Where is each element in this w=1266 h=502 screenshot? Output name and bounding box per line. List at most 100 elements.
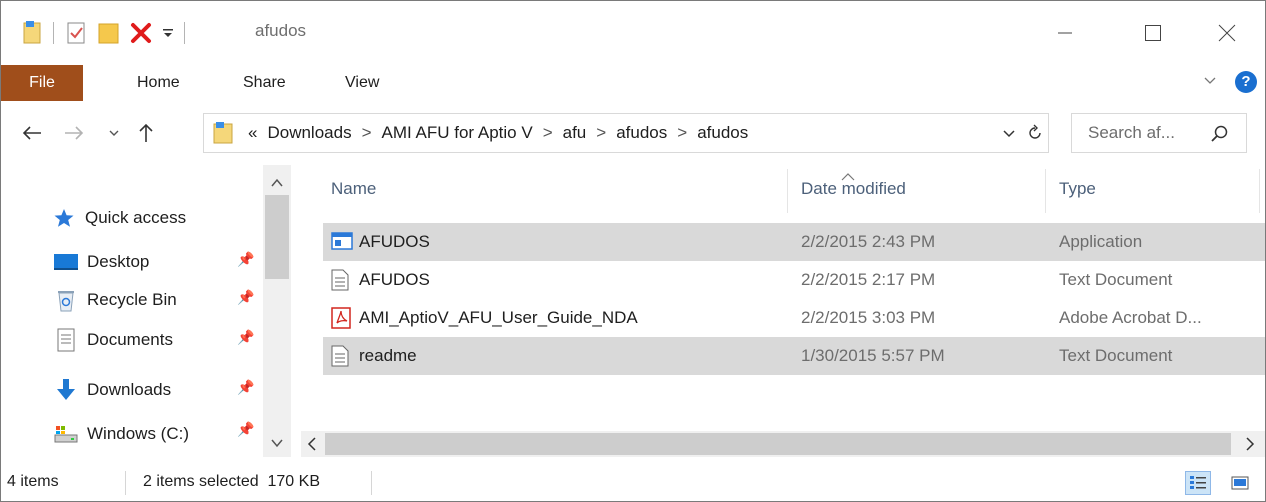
file-row[interactable]: AMI_AptioV_AFU_User_Guide_NDA 2/2/2015 3…	[323, 299, 1265, 337]
nav-item-label: Recycle Bin	[87, 290, 177, 309]
details-view-icon[interactable]	[1185, 471, 1211, 495]
selection-info: 2 items selected 170 KB	[143, 473, 320, 490]
navigation-pane: Quick access Desktop Recycle Bin Documen…	[1, 165, 291, 457]
scroll-right-icon[interactable]	[1245, 437, 1255, 456]
pin-icon[interactable]: 📌	[237, 289, 254, 306]
nav-item-label: Quick access	[85, 208, 187, 227]
refresh-icon[interactable]	[1026, 123, 1044, 148]
address-dropdown-icon[interactable]	[1002, 123, 1016, 148]
back-button[interactable]	[19, 119, 45, 147]
search-input[interactable]: Search af...	[1088, 114, 1175, 152]
minimize-button[interactable]	[1045, 15, 1085, 51]
scroll-up-icon[interactable]	[271, 175, 283, 193]
nav-item-recycle-bin[interactable]: Recycle Bin	[53, 285, 177, 315]
breadcrumb-separator[interactable]: >	[677, 123, 687, 142]
nav-item-desktop[interactable]: Desktop	[53, 247, 149, 277]
file-name: AFUDOS	[359, 232, 430, 251]
pdf-icon	[331, 307, 351, 334]
download-icon	[53, 378, 79, 402]
breadcrumb-separator[interactable]: >	[362, 123, 372, 142]
desktop-icon	[53, 250, 79, 274]
file-type: Application	[1059, 232, 1143, 251]
tab-home[interactable]: Home	[137, 65, 180, 101]
expand-ribbon-icon[interactable]	[1203, 73, 1217, 92]
text-file-icon	[331, 345, 349, 372]
scroll-down-icon[interactable]	[271, 435, 283, 453]
scroll-left-icon[interactable]	[307, 437, 317, 456]
breadcrumb-item[interactable]: Downloads	[267, 123, 351, 142]
file-row[interactable]: AFUDOS 2/2/2015 2:43 PM Application	[323, 223, 1265, 261]
column-header-type[interactable]: Type	[1059, 165, 1096, 213]
column-header-date[interactable]: Date modified	[801, 165, 906, 213]
scrollbar-thumb[interactable]	[265, 195, 289, 279]
properties-icon[interactable]	[23, 21, 43, 45]
file-name: AMI_AptioV_AFU_User_Guide_NDA	[359, 308, 638, 327]
breadcrumb-item[interactable]: AMI AFU for Aptio V	[382, 123, 533, 142]
pin-icon[interactable]: 📌	[237, 251, 254, 268]
address-bar[interactable]: « Downloads > AMI AFU for Aptio V > afu > afudo…	[203, 113, 1049, 153]
search-icon[interactable]	[1210, 124, 1230, 149]
nav-pane-scrollbar[interactable]	[263, 165, 291, 457]
pin-icon[interactable]: 📌	[237, 329, 254, 346]
forward-button[interactable]	[61, 119, 87, 147]
recycle-bin-icon	[53, 288, 79, 312]
breadcrumb-item[interactable]: afudos	[616, 123, 667, 142]
column-divider[interactable]	[1045, 169, 1046, 213]
new-folder-icon[interactable]	[66, 21, 88, 45]
nav-item-quick-access[interactable]: Quick access	[51, 203, 186, 233]
breadcrumb-item[interactable]: afu	[563, 123, 587, 142]
text-file-icon	[331, 269, 349, 296]
application-icon	[331, 231, 353, 256]
file-row[interactable]: readme 1/30/2015 5:57 PM Text Document	[323, 337, 1265, 375]
file-date: 1/30/2015 5:57 PM	[801, 346, 945, 365]
file-type: Adobe Acrobat D...	[1059, 308, 1202, 327]
file-list: Name Date modified Type AFUDOS 2/2/2015 …	[301, 165, 1265, 457]
status-divider	[125, 471, 126, 495]
scrollbar-thumb[interactable]	[325, 433, 1231, 455]
toolbar-separator	[53, 22, 54, 44]
title-bar: afudos	[1, 1, 1265, 65]
item-count: 4 items	[7, 473, 59, 490]
search-box[interactable]: Search af...	[1071, 113, 1247, 153]
pin-icon[interactable]: 📌	[237, 421, 254, 438]
breadcrumb-separator[interactable]: >	[543, 123, 553, 142]
file-row[interactable]: AFUDOS 2/2/2015 2:17 PM Text Document	[323, 261, 1265, 299]
nav-item-downloads[interactable]: Downloads	[53, 375, 171, 405]
breadcrumb-overflow[interactable]: «	[248, 123, 257, 142]
tab-share[interactable]: Share	[243, 65, 286, 101]
file-date: 2/2/2015 3:03 PM	[801, 308, 936, 327]
delete-icon[interactable]	[130, 22, 152, 44]
toolbar-separator	[184, 22, 185, 44]
column-header-name[interactable]: Name	[331, 165, 376, 213]
window-title: afudos	[255, 21, 307, 40]
nav-item-label: Windows (C:)	[87, 424, 190, 443]
documents-icon	[53, 328, 79, 352]
file-type: Text Document	[1059, 270, 1173, 289]
column-divider[interactable]	[1259, 169, 1260, 213]
star-icon	[51, 206, 77, 230]
close-button[interactable]	[1207, 15, 1247, 51]
breadcrumb-separator[interactable]: >	[596, 123, 606, 142]
nav-item-windows-c[interactable]: Windows (C:)	[53, 419, 189, 449]
recent-locations-button[interactable]	[101, 119, 127, 147]
breadcrumb: « Downloads > AMI AFU for Aptio V > afu > afudo…	[248, 114, 758, 152]
folder-icon[interactable]	[98, 21, 120, 45]
quick-access-toolbar	[23, 17, 197, 49]
customize-dropdown-icon[interactable]	[162, 26, 174, 40]
explorer-window: afudos File Home Share View ? « Download…	[0, 0, 1266, 502]
pin-icon[interactable]: 📌	[237, 379, 254, 396]
file-list-hscrollbar[interactable]	[301, 431, 1265, 457]
status-bar: 4 items 2 items selected 170 KB	[1, 463, 1265, 501]
tab-view[interactable]: View	[345, 65, 379, 101]
tab-file[interactable]: File	[1, 65, 83, 101]
breadcrumb-item[interactable]: afudos	[697, 123, 748, 142]
up-button[interactable]	[133, 119, 159, 147]
nav-item-label: Desktop	[87, 252, 150, 271]
help-icon[interactable]: ?	[1235, 71, 1257, 93]
large-icons-view-icon[interactable]	[1227, 471, 1253, 495]
file-name: readme	[359, 346, 417, 365]
column-divider[interactable]	[787, 169, 788, 213]
maximize-button[interactable]	[1133, 15, 1173, 51]
nav-item-documents[interactable]: Documents	[53, 325, 173, 355]
file-type: Text Document	[1059, 346, 1173, 365]
